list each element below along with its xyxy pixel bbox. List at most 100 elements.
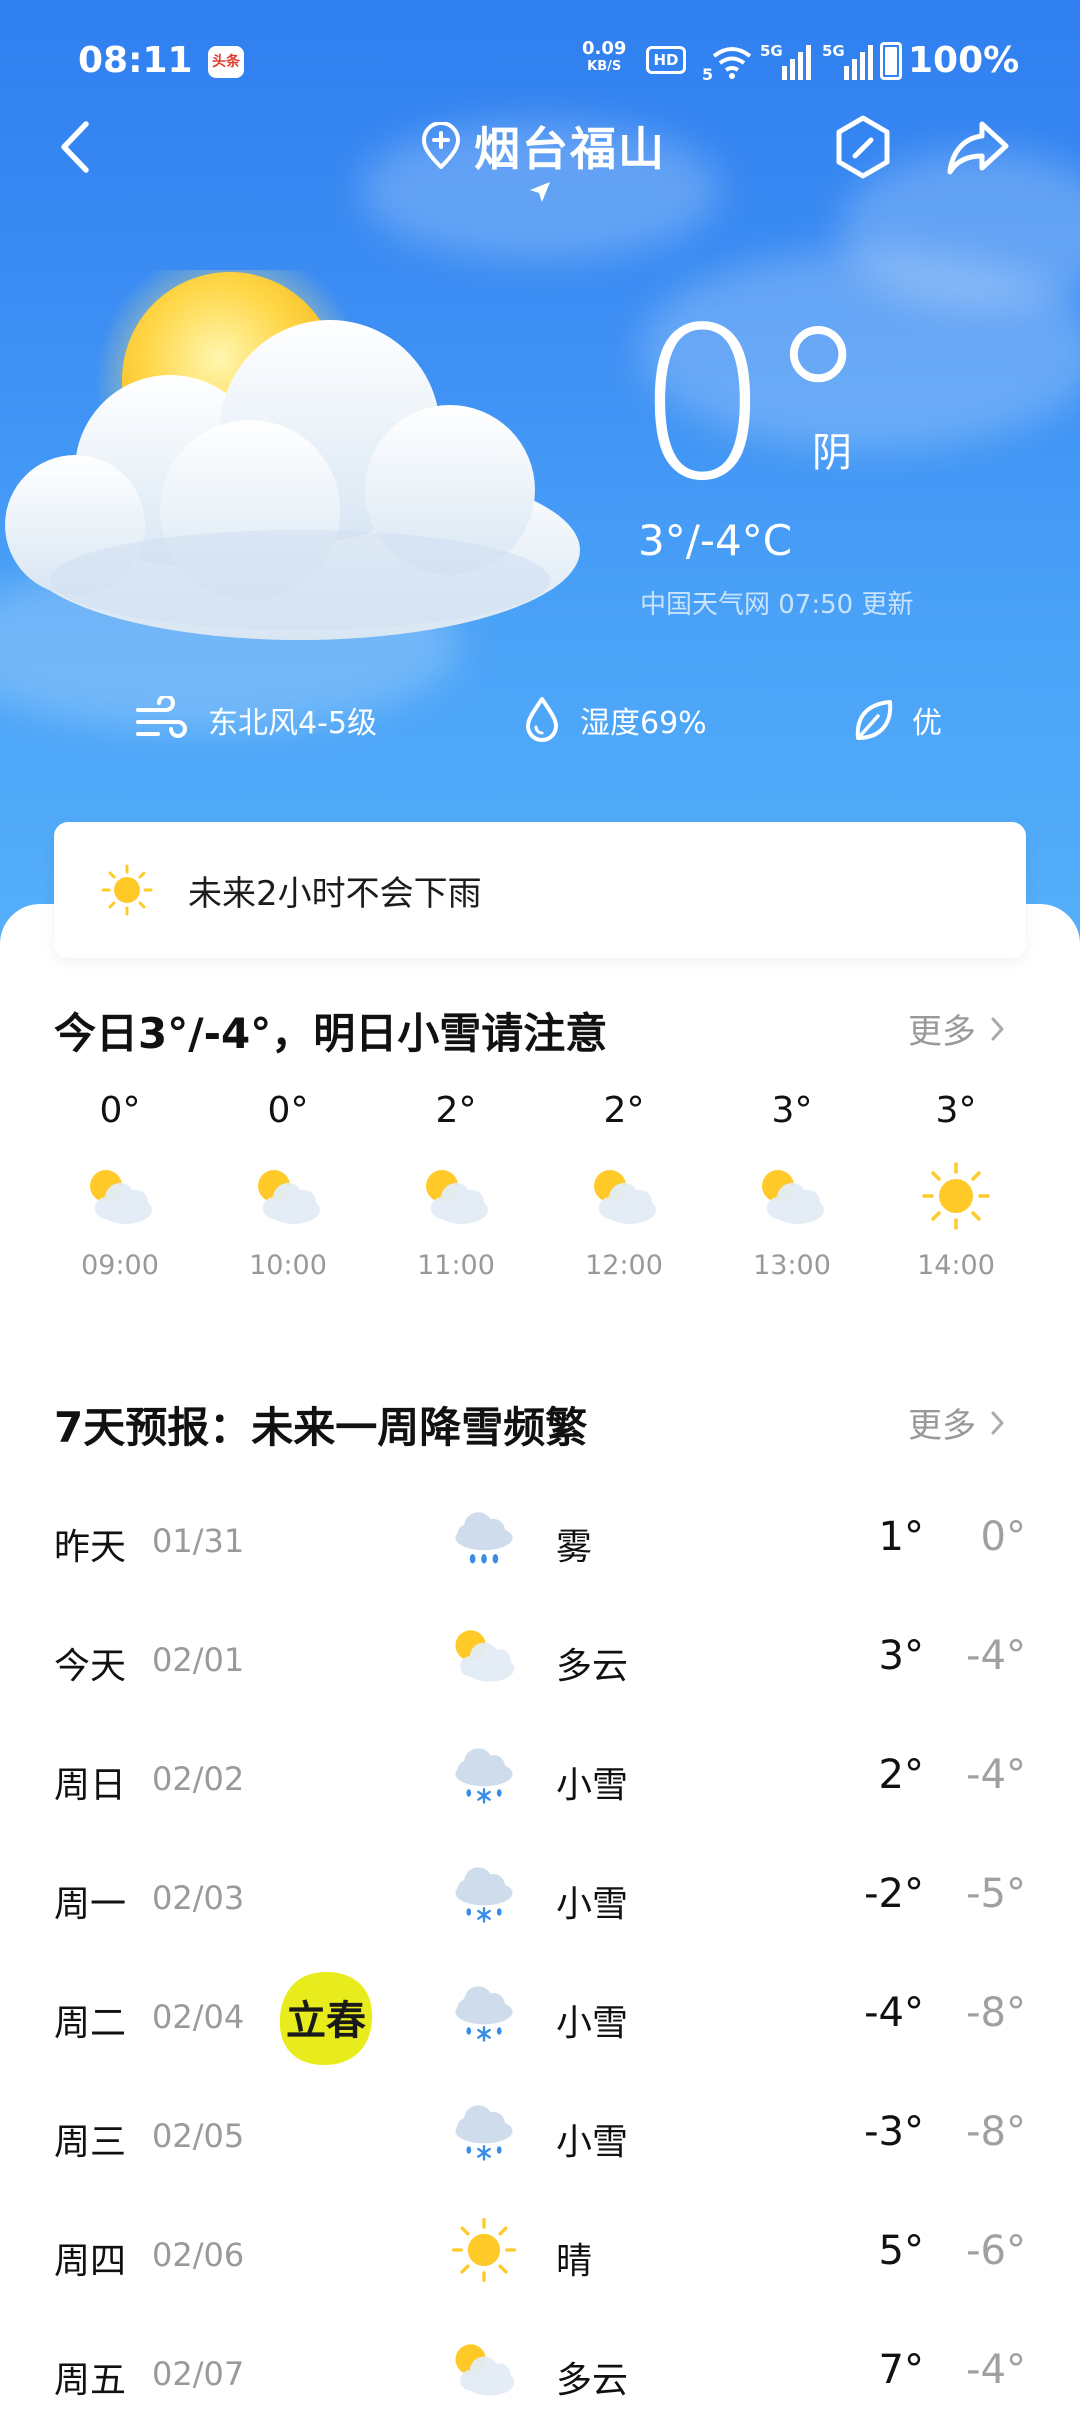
daily-icon-wrap — [444, 2091, 524, 2171]
hourly-icon-wrap — [896, 1146, 1016, 1246]
today-temperature-range: 3°/-4°C — [638, 516, 793, 565]
daily-icon-wrap — [444, 1615, 524, 1695]
hourly-time: 13:00 — [753, 1250, 831, 1281]
hourly-item[interactable]: 0° 10:00 — [228, 1090, 348, 1281]
signal-strength-icon: 5G — [822, 42, 873, 80]
light-snow-icon — [455, 1986, 513, 2042]
daily-date: 02/04 — [152, 1998, 245, 2036]
daily-icon-wrap — [444, 2329, 524, 2409]
daily-low-temp: -4° — [966, 1633, 1026, 1679]
hourly-time: 10:00 — [249, 1250, 327, 1281]
hourly-item[interactable]: 2° 12:00 — [564, 1090, 684, 1281]
location-name: 烟台福山 — [474, 122, 666, 176]
hourly-temperature: 0° — [267, 1090, 309, 1131]
svg-text:5G: 5G — [760, 42, 783, 60]
hd-icon: HD — [646, 46, 686, 74]
daily-high-temp: -4° — [864, 1990, 924, 2036]
sun-icon — [101, 864, 153, 916]
hourly-item[interactable]: 3° 14:00 — [896, 1090, 1016, 1281]
signal-strength-icon: 5G — [760, 42, 811, 80]
net-speed: 0.09 KB/S — [582, 40, 626, 76]
partly-cloudy-icon — [455, 1630, 515, 1682]
hourly-temperature: 2° — [603, 1090, 645, 1131]
solar-term-lichun-badge[interactable]: 立春 — [274, 1968, 378, 2070]
daily-day-name: 周三 — [54, 2122, 127, 2163]
rain-notice-card[interactable]: 未来2小时不会下雨 — [54, 822, 1026, 958]
daily-row[interactable]: 今天 02/01 多云 3° -4° — [0, 1615, 1080, 1734]
daily-condition: 小雪 — [556, 2003, 629, 2044]
daily-condition: 晴 — [556, 2241, 593, 2282]
hexagon-icon[interactable] — [830, 112, 896, 182]
light-snow-icon — [455, 2105, 513, 2161]
update-source: 中国天气网 07:50 更新 — [640, 590, 914, 620]
current-temperature: 0° — [636, 282, 871, 527]
light-snow-icon — [455, 1867, 513, 1923]
daily-high-temp: 5° — [878, 2228, 924, 2274]
navigation-arrow-icon — [530, 182, 550, 202]
news-app-badge: 头条 — [208, 46, 244, 78]
hourly-temperature: 0° — [99, 1090, 141, 1131]
sunny-icon — [922, 1162, 990, 1230]
wind-icon — [136, 696, 187, 738]
daily-row[interactable]: 周三 02/05 小雪 -3° -8° — [0, 2091, 1080, 2210]
daily-row[interactable]: 周二 02/04 小雪 -4° -8° — [0, 1972, 1080, 2091]
svg-text:立春: 立春 — [286, 1998, 366, 2044]
weather-hero: 08:11 头条 0.09 KB/S HD 5 5G 5G 100% 烟台福山 … — [0, 0, 1080, 960]
humidity-metric[interactable]: 湿度69% — [522, 690, 707, 750]
hourly-icon-wrap — [564, 1146, 684, 1246]
daily-more-link[interactable]: 更多 — [908, 1398, 1006, 1447]
daily-low-temp: -8° — [966, 2109, 1026, 2155]
hourly-time: 12:00 — [585, 1250, 663, 1281]
hourly-item[interactable]: 0° 09:00 — [60, 1090, 180, 1281]
daily-icon-wrap — [444, 1734, 524, 1814]
wifi-icon: 5 — [702, 47, 752, 82]
air-quality-label: 优 — [912, 706, 942, 741]
daily-condition: 雾 — [556, 1527, 593, 1568]
hourly-icon-wrap — [732, 1146, 852, 1246]
daily-row[interactable]: 周五 02/07 多云 7° -4° — [0, 2329, 1080, 2412]
weather-metrics: 东北风4-5级 湿度69% 优 — [0, 690, 1080, 750]
daily-low-temp: -8° — [966, 1990, 1026, 2036]
hourly-more-link[interactable]: 更多 — [908, 1004, 1006, 1053]
daily-day-name: 周一 — [54, 1884, 127, 1925]
hourly-forecast: 0° 09:00 0° 10:00 2° 11:00 2° 12:00 3° 13:00 3° 14:… — [0, 1090, 1080, 1310]
daily-day-name: 周二 — [54, 2003, 127, 2044]
daily-condition: 小雪 — [556, 1765, 629, 1806]
daily-icon-wrap — [444, 1496, 524, 1576]
daily-high-temp: 2° — [878, 1752, 924, 1798]
wind-metric[interactable]: 东北风4-5级 — [134, 690, 377, 750]
hourly-item[interactable]: 2° 11:00 — [396, 1090, 516, 1281]
share-arrow-icon[interactable] — [944, 112, 1014, 182]
daily-condition: 小雪 — [556, 1884, 629, 1925]
wind-label: 东北风4-5级 — [208, 706, 377, 741]
daily-condition: 小雪 — [556, 2122, 629, 2163]
fog-icon — [455, 1512, 513, 1564]
daily-high-temp: 3° — [878, 1633, 924, 1679]
chevron-right-icon — [991, 1411, 1004, 1434]
humidity-drop-icon — [526, 697, 558, 742]
hourly-time: 14:00 — [917, 1250, 995, 1281]
daily-high-temp: -2° — [864, 1871, 924, 1917]
leaf-icon — [855, 700, 893, 740]
daily-date: 02/06 — [152, 2236, 245, 2274]
location-selector[interactable]: 烟台福山 — [420, 114, 666, 178]
daily-day-name: 今天 — [54, 1646, 127, 1687]
hourly-item[interactable]: 3° 13:00 — [732, 1090, 852, 1281]
daily-row[interactable]: 周一 02/03 小雪 -2° -5° — [0, 1853, 1080, 1972]
daily-row[interactable]: 昨天 01/31 雾 1° 0° — [0, 1496, 1080, 1615]
daily-day-name: 周五 — [54, 2360, 127, 2401]
hourly-temperature: 3° — [771, 1090, 813, 1131]
hourly-icon-wrap — [228, 1146, 348, 1246]
back-button[interactable] — [50, 112, 100, 182]
light-snow-icon — [455, 1748, 513, 1804]
air-quality-metric[interactable]: 优 — [852, 690, 942, 750]
partly-cloudy-icon — [455, 2344, 515, 2396]
daily-row[interactable]: 周日 02/02 小雪 2° -4° — [0, 1734, 1080, 1853]
daily-high-temp: -3° — [864, 2109, 924, 2155]
daily-row[interactable]: 周四 02/06 晴 5° -6° — [0, 2210, 1080, 2329]
daily-high-temp: 7° — [878, 2347, 924, 2393]
hourly-temperature: 2° — [435, 1090, 477, 1131]
battery-icon — [880, 42, 902, 80]
daily-icon-wrap — [444, 2210, 524, 2290]
hourly-time: 09:00 — [81, 1250, 159, 1281]
